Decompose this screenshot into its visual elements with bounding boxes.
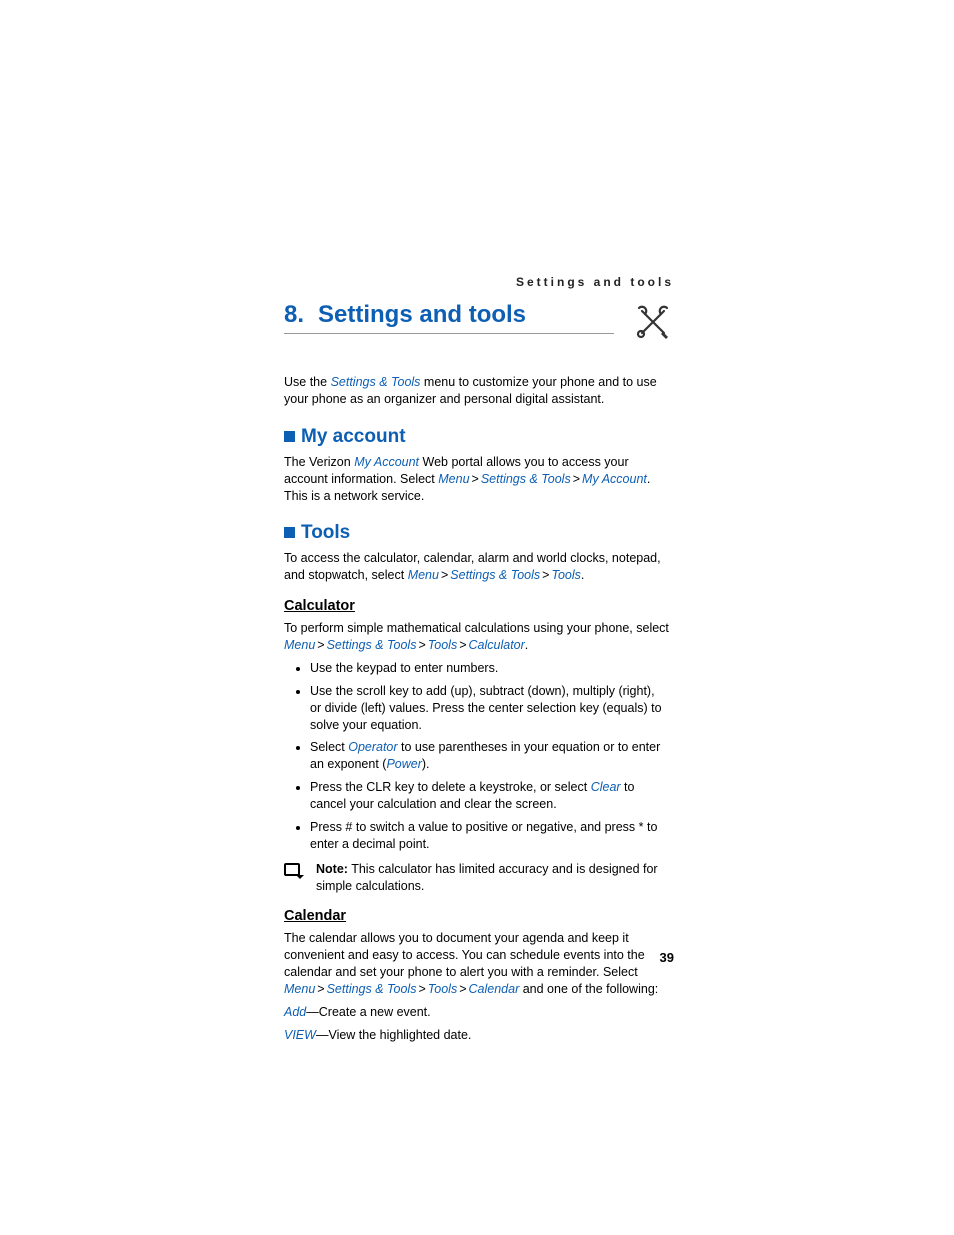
settings-tools-link[interactable]: Settings & Tools: [331, 375, 421, 389]
list-item: Press # to switch a value to positive or…: [310, 819, 674, 853]
menu-link[interactable]: Menu: [408, 568, 439, 582]
list-item: Press the CLR key to delete a keystroke,…: [310, 779, 674, 813]
operator-link[interactable]: Operator: [348, 740, 397, 754]
menu-link[interactable]: Menu: [438, 472, 469, 486]
note-text: Note: This calculator has limited accura…: [316, 861, 674, 895]
calendar-intro: The calendar allows you to document your…: [284, 930, 674, 998]
page-container: Settings and tools 8.Settings and tools …: [0, 0, 954, 1235]
tools-link[interactable]: Tools: [551, 568, 580, 582]
tools-icon: [632, 301, 674, 348]
bullet-square-icon: [284, 527, 295, 538]
my-account-paragraph: The Verizon My Account Web portal allows…: [284, 454, 674, 505]
note-label: Note:: [316, 862, 348, 876]
list-item: Use the keypad to enter numbers.: [310, 660, 674, 677]
chapter-title-row: 8. Settings and tools: [284, 301, 674, 348]
settings-tools-link[interactable]: Settings & Tools: [481, 472, 571, 486]
note-icon: [284, 863, 306, 886]
page-number: 39: [660, 950, 674, 965]
intro-paragraph: Use the Settings & Tools menu to customi…: [284, 374, 674, 408]
settings-tools-link[interactable]: Settings & Tools: [327, 638, 417, 652]
my-account-link[interactable]: My Account: [354, 455, 419, 469]
calendar-view: VIEW—View the highlighted date.: [284, 1027, 674, 1044]
power-link[interactable]: Power: [386, 757, 421, 771]
calculator-link[interactable]: Calculator: [469, 638, 525, 652]
list-item: Use the scroll key to add (up), subtract…: [310, 683, 674, 734]
tools-paragraph: To access the calculator, calendar, alar…: [284, 550, 674, 584]
settings-tools-link[interactable]: Settings & Tools: [450, 568, 540, 582]
tools-link[interactable]: Tools: [428, 638, 457, 652]
calculator-list: Use the keypad to enter numbers. Use the…: [284, 660, 674, 853]
running-header: Settings and tools: [284, 275, 674, 289]
calculator-intro: To perform simple mathematical calculati…: [284, 620, 674, 654]
chapter-title: 8. Settings and tools: [284, 301, 614, 334]
view-link[interactable]: VIEW: [284, 1028, 316, 1042]
add-link[interactable]: Add: [284, 1005, 306, 1019]
chapter-number: 8.: [284, 301, 304, 328]
chapter-title-text: Settings and tools: [318, 301, 526, 328]
clear-link[interactable]: Clear: [591, 780, 621, 794]
bullet-square-icon: [284, 431, 295, 442]
calendar-link[interactable]: Calendar: [469, 982, 520, 996]
tools-link[interactable]: Tools: [428, 982, 457, 996]
my-account-heading: My account: [284, 426, 674, 448]
menu-link[interactable]: Menu: [284, 638, 315, 652]
settings-tools-link[interactable]: Settings & Tools: [327, 982, 417, 996]
tools-heading: Tools: [284, 522, 674, 544]
menu-link[interactable]: Menu: [284, 982, 315, 996]
list-item: Select Operator to use parentheses in yo…: [310, 739, 674, 773]
calendar-heading: Calendar: [284, 908, 674, 924]
note-row: Note: This calculator has limited accura…: [284, 861, 674, 895]
calendar-add: Add—Create a new event.: [284, 1004, 674, 1021]
my-account-path-link[interactable]: My Account: [582, 472, 647, 486]
calculator-heading: Calculator: [284, 598, 674, 614]
